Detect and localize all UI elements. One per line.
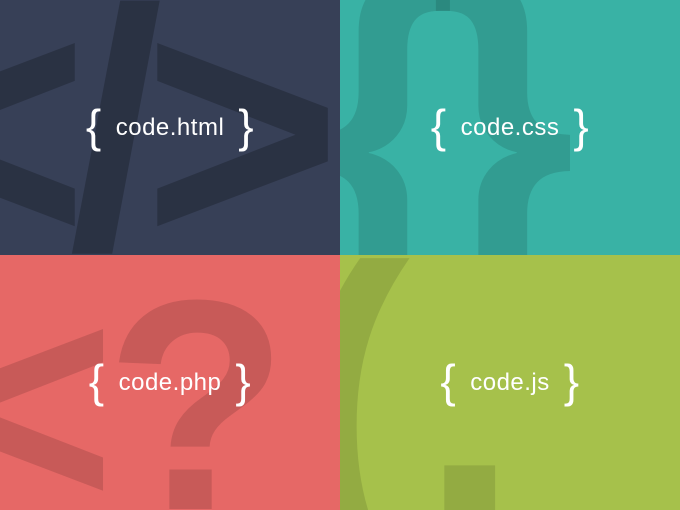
brace-left-icon: { <box>86 103 102 149</box>
brace-right-icon: } <box>573 103 589 149</box>
tile-js: (. { code.js } <box>340 255 680 510</box>
label-text-php: code.php <box>119 369 222 397</box>
tile-php: <? { code.php } <box>0 255 340 510</box>
label-css: { code.css } <box>431 105 589 151</box>
label-js: { code.js } <box>440 360 579 406</box>
brace-right-icon: } <box>235 358 251 404</box>
brace-right-icon: } <box>238 103 254 149</box>
code-tiles-grid: </> { code.html } {} { code.css } <? { c… <box>0 0 680 510</box>
label-text-js: code.js <box>470 369 550 397</box>
tile-css: {} { code.css } <box>340 0 680 255</box>
label-text-css: code.css <box>461 114 560 142</box>
tile-html: </> { code.html } <box>0 0 340 255</box>
brace-left-icon: { <box>89 358 105 404</box>
brace-left-icon: { <box>431 103 447 149</box>
brace-left-icon: { <box>440 358 456 404</box>
brace-right-icon: } <box>564 358 580 404</box>
label-html: { code.html } <box>86 105 254 151</box>
label-text-html: code.html <box>116 114 225 142</box>
label-php: { code.php } <box>89 360 252 406</box>
